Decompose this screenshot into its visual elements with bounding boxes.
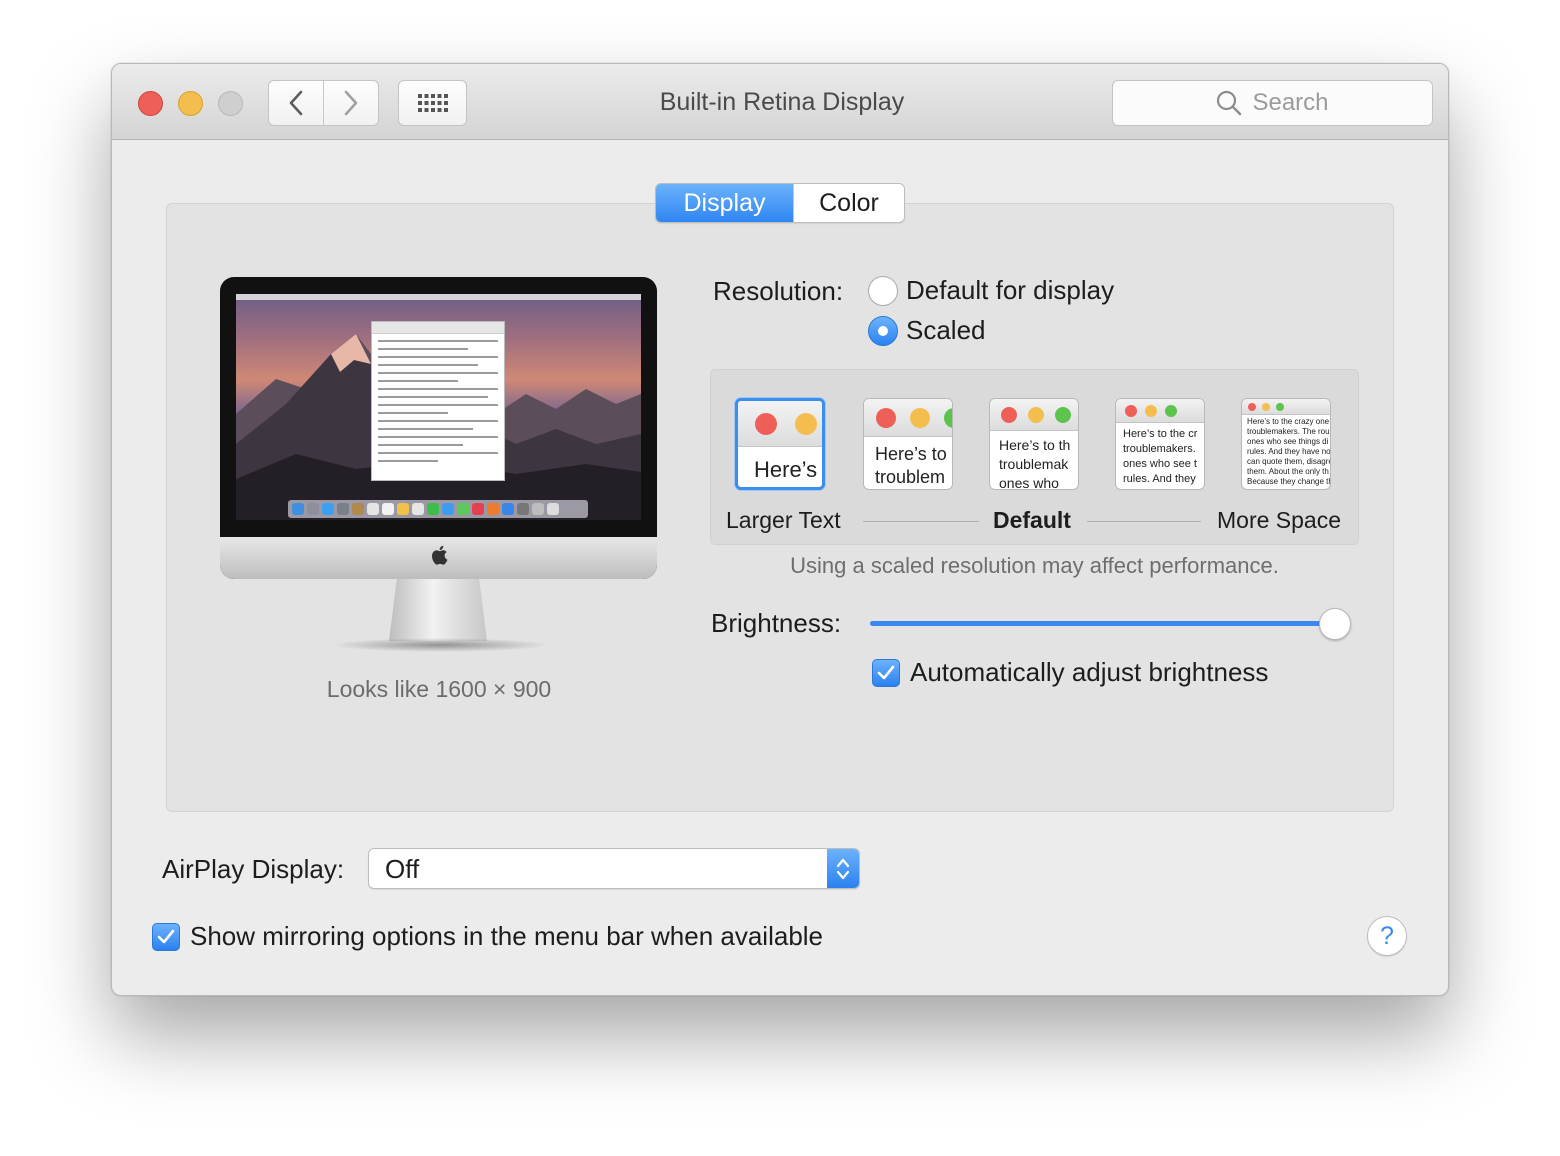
scale-divider [863, 521, 979, 522]
thumbnail-text: them. About the only th [1247, 467, 1329, 476]
scale-option-4[interactable]: Here’s to the cr troublemakers. ones who… [1115, 398, 1205, 490]
window-title: Built-in Retina Display [659, 88, 905, 116]
thumbnail-text: rules. And they have no [1247, 447, 1331, 456]
checkbox-label: Show mirroring options in the menu bar w… [190, 921, 824, 951]
checkbox[interactable] [152, 922, 180, 951]
back-button[interactable] [269, 81, 323, 125]
checkmark-icon [157, 929, 175, 943]
airplay-label: AirPlay Display: [162, 854, 345, 884]
tab-bar: Display Color [655, 183, 905, 223]
scaled-resolution-picker: Here’s Here’s to troublem Here’s to th t… [710, 369, 1359, 545]
thumbnail-text: troublemak [999, 456, 1069, 472]
thumbnail-text: Here’s to [875, 444, 947, 464]
radio-default-for-display[interactable]: Default for display [868, 275, 1114, 306]
radio-scaled[interactable]: Scaled [868, 315, 986, 346]
thumbnail-text: Here’s [754, 457, 818, 482]
popup-arrows[interactable] [827, 849, 859, 888]
brightness-slider-fill [870, 621, 1322, 626]
resolution-label: Resolution: [713, 276, 844, 306]
mini-menu-bar [236, 294, 641, 300]
updown-arrows-icon [836, 858, 850, 879]
checkbox[interactable] [872, 658, 900, 687]
mini-document-window [371, 321, 505, 481]
brightness-label: Brightness: [711, 608, 842, 638]
performance-note: Using a scaled resolution may affect per… [790, 553, 1279, 578]
auto-brightness-checkbox[interactable]: Automatically adjust brightness [872, 657, 1268, 688]
forward-chevron-icon [344, 90, 358, 116]
thumbnail-text: Because they change th [1247, 477, 1331, 486]
apple-logo-icon [432, 545, 448, 565]
system-preferences-window: Built-in Retina Display Search Display C… [111, 63, 1449, 996]
help-button[interactable]: ? [1367, 916, 1407, 956]
search-placeholder: Search [1252, 89, 1329, 116]
radio-label: Scaled [906, 315, 986, 345]
brightness-slider-knob[interactable] [1319, 608, 1351, 640]
resolution-description: Looks like 1600 × 900 [326, 676, 552, 702]
checkbox-label: Automatically adjust brightness [910, 657, 1269, 687]
tab-color[interactable]: Color [793, 184, 904, 222]
thumbnail-text: troublem [875, 467, 946, 487]
thumbnail-text: Here’s to the crazy one [1247, 417, 1330, 426]
thumbnail-text: rules. And they [1123, 473, 1196, 485]
thumbnail-text: ones who see things di [1247, 437, 1329, 446]
grid-icon [417, 94, 448, 112]
search-field[interactable]: Search [1112, 80, 1433, 126]
imac-preview [220, 277, 657, 579]
thumbnail-text: ones who [999, 475, 1059, 490]
scale-option-2[interactable]: Here’s to troublem [863, 398, 953, 490]
scale-divider [1087, 521, 1201, 522]
radio-button[interactable] [868, 315, 898, 346]
scale-label-larger-text: Larger Text [726, 507, 841, 533]
imac-shadow [330, 638, 550, 652]
thumbnail-text: ones who see t [1123, 458, 1197, 470]
thumbnail-text: can quote them, disagre [1247, 457, 1331, 466]
desktop-preview-image [236, 294, 641, 520]
radio-label: Default for display [906, 275, 1115, 305]
scale-label-default: Default [993, 507, 1071, 533]
scale-option-default[interactable]: Here’s to th troublemak ones who [989, 398, 1079, 490]
thumbnail-text: troublemakers. The rou [1247, 427, 1330, 436]
popup-value: Off [385, 854, 420, 884]
imac-stand [389, 579, 487, 641]
maximize-button [218, 91, 243, 116]
checkmark-icon [877, 665, 895, 679]
tab-display[interactable]: Display [656, 184, 793, 222]
close-button[interactable] [138, 91, 163, 116]
forward-button[interactable] [323, 81, 378, 125]
minimize-button[interactable] [178, 91, 203, 116]
thumbnail-text: Here’s to th [999, 437, 1071, 453]
scale-option-larger-text[interactable]: Here’s [735, 398, 825, 490]
radio-button[interactable] [868, 275, 898, 306]
scale-label-more-space: More Space [1217, 507, 1342, 533]
back-chevron-icon [289, 90, 303, 116]
scale-option-more-space[interactable]: Here’s to the crazy one troublemakers. T… [1241, 398, 1331, 490]
search-icon [1217, 90, 1242, 116]
thumbnail-text: troublemakers. [1123, 443, 1196, 455]
airplay-display-popup[interactable]: Off [368, 848, 860, 889]
title-bar: Built-in Retina Display Search [112, 64, 1448, 140]
brightness-slider[interactable] [870, 621, 1335, 626]
navigation-buttons [268, 80, 379, 126]
mini-dock [288, 500, 588, 518]
thumbnail-text: Here’s to the cr [1123, 428, 1198, 440]
mirroring-options-checkbox[interactable]: Show mirroring options in the menu bar w… [152, 921, 823, 952]
show-all-button[interactable] [398, 80, 467, 126]
